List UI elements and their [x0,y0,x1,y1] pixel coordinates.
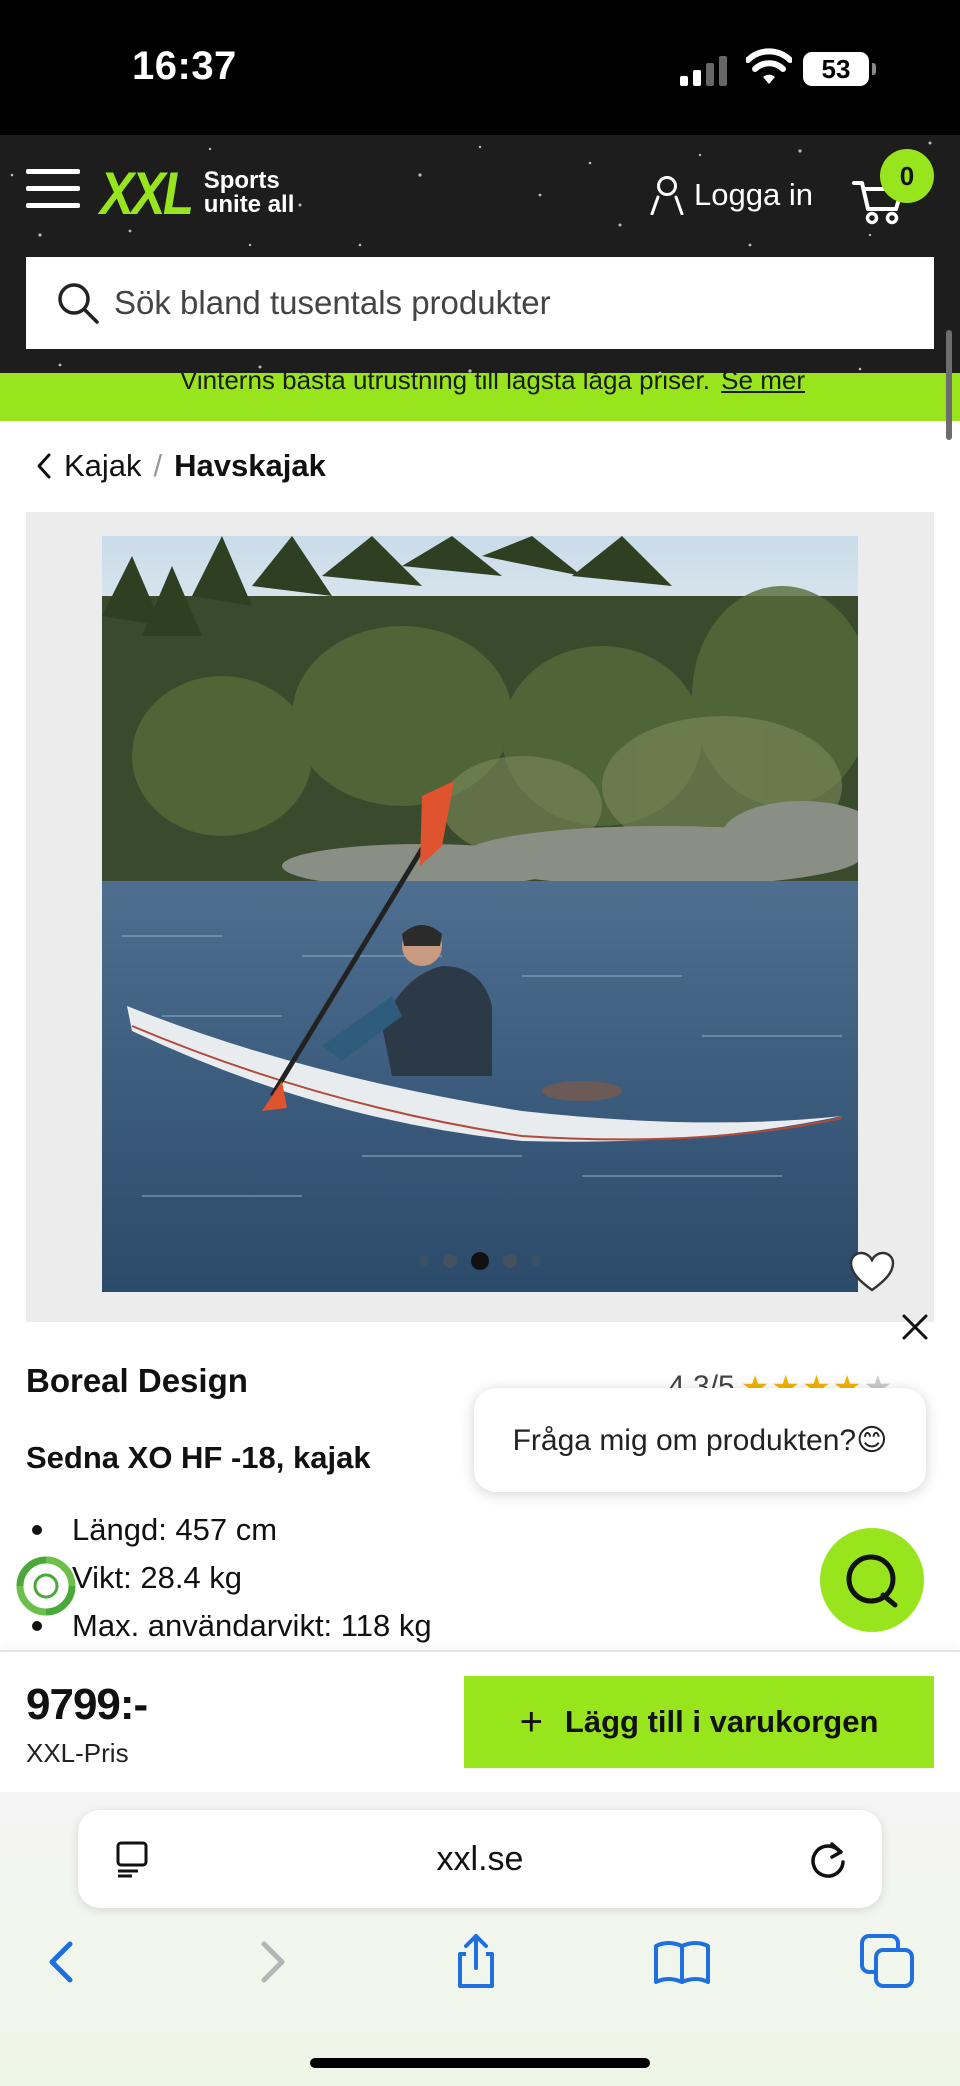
chat-icon [846,1554,898,1608]
promo-text: Vinterns bästa utrustning till lägsta lå… [180,373,805,396]
home-indicator[interactable] [310,2058,650,2068]
product-image[interactable] [102,536,858,1292]
xxl-logo[interactable]: XXL Sports unite all [100,160,295,227]
back-icon[interactable] [32,1932,92,1992]
breadcrumb-current: Havskajak [174,448,326,483]
carousel-dot[interactable] [531,1256,541,1266]
carousel-dot[interactable] [443,1254,457,1268]
logo-tagline-line-2: unite all [203,191,295,218]
url-text: xxl.se [436,1839,524,1878]
breadcrumb-separator: / [153,448,163,483]
login-link[interactable]: Logga in [650,175,813,215]
add-to-cart-label: Lägg till i varukorgen [564,1704,879,1739]
chevron-left-icon[interactable] [34,451,54,481]
user-icon [650,176,684,215]
page-scrollbar[interactable] [946,330,952,440]
reload-icon[interactable] [808,1838,848,1880]
cart-count-badge: 0 [880,149,934,203]
page-menu-icon[interactable] [114,1840,150,1878]
login-label: Logga in [694,177,813,212]
logo-tagline-line-1: Sports [203,167,280,194]
address-bar[interactable]: xxl.se [78,1810,882,1908]
site-header: XXL Sports unite all Logga in 0 [0,135,960,395]
spec-length: Längd: 457 cm [72,1512,278,1547]
add-to-cart-button[interactable]: + Lägg till i varukorgen [464,1676,934,1768]
share-icon[interactable] [446,1932,506,1992]
bookmarks-icon[interactable] [652,1932,712,1992]
close-icon[interactable] [900,1312,930,1342]
sustainability-badge-icon[interactable] [14,1554,78,1618]
cellular-signal-icon [680,56,727,86]
menu-icon[interactable] [26,169,80,209]
breadcrumb: Kajak / Havskajak [34,448,326,484]
browser-nav-row [0,1932,960,2012]
plus-icon: + [519,1699,543,1744]
battery-indicator: 53 [803,52,876,86]
browser-toolbar: xxl.se [0,1792,960,2086]
promo-banner[interactable]: Vinterns bästa utrustning till lägsta lå… [0,373,960,421]
logo-mark: XXL [100,159,194,227]
heart-icon[interactable] [848,1250,896,1294]
chat-launcher-button[interactable] [820,1528,924,1632]
chat-prompt-bubble[interactable]: Fråga mig om produkten?😊 [474,1388,926,1492]
sticky-buy-bar: 9799:- XXL-Pris + Lägg till i varukorgen [0,1650,960,1792]
carousel-dot[interactable] [503,1254,517,1268]
carousel-dot-active[interactable] [471,1252,489,1270]
carousel-dots [26,1252,934,1270]
promo-message: Vinterns bästa utrustning till lägsta lå… [180,373,710,395]
spec-weight: Vikt: 28.4 kg [72,1560,243,1595]
product-brand[interactable]: Boreal Design [26,1362,248,1400]
status-time: 16:37 [132,44,237,88]
carousel-dot[interactable] [419,1256,429,1266]
promo-link[interactable]: Se mer [721,373,805,395]
price-label: XXL-Pris [26,1738,129,1768]
product-price: 9799:- [26,1680,148,1729]
tabs-icon[interactable] [858,1932,918,1992]
search-input[interactable] [114,284,894,322]
product-gallery[interactable] [26,512,934,1322]
wifi-icon [746,48,792,84]
breadcrumb-parent[interactable]: Kajak [64,448,142,484]
product-title: Sedna XO HF -18, kajak [26,1440,371,1475]
search-icon [58,283,99,324]
logo-tagline: Sports unite all [204,169,295,217]
forward-icon[interactable] [242,1932,302,1992]
spec-max-user-weight: Max. användarvikt: 118 kg [72,1608,432,1643]
status-bar: 16:37 53 [0,0,960,135]
search-bar[interactable] [26,257,934,349]
spec-item: Max. användarvikt: 118 kg [26,1602,432,1650]
spec-item: Vikt: 28.4 kg [26,1554,432,1602]
product-specs: Längd: 457 cm Vikt: 28.4 kg Max. använda… [26,1506,432,1650]
spec-item: Längd: 457 cm [26,1506,432,1554]
